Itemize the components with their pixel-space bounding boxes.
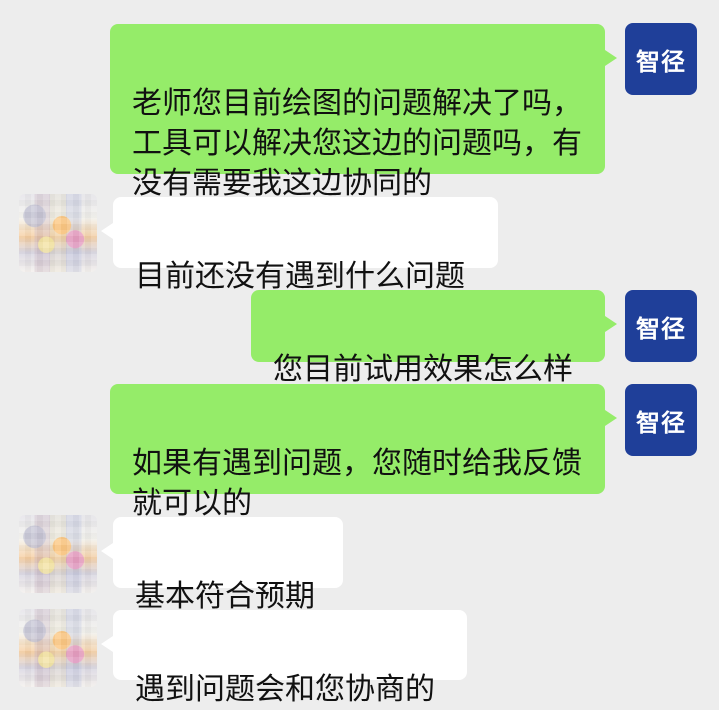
self-avatar[interactable]: 智径 [625, 23, 697, 95]
message-bubble-incoming-1[interactable]: 目前还没有遇到什么问题 [101, 197, 498, 294]
contact-avatar[interactable] [19, 609, 97, 687]
message-text: 老师您目前绘图的问题解决了吗， 工具可以解决您这边的问题吗，有 没有需要我这边协… [132, 86, 582, 201]
self-avatar-label: 智径 [636, 47, 686, 76]
message-bubble-incoming-2[interactable]: 基本符合预期 [101, 517, 343, 614]
message-text: 如果有遇到问题，您随时给我反馈 就可以的 [132, 446, 582, 521]
self-avatar-label: 智径 [636, 408, 686, 437]
message-bubble-outgoing-3[interactable]: 如果有遇到问题，您随时给我反馈 就可以的 [110, 384, 617, 521]
message-text: 您目前试用效果怎么样 [273, 352, 573, 387]
self-avatar[interactable]: 智径 [625, 290, 697, 362]
self-avatar-label: 智径 [636, 314, 686, 343]
message-text: 目前还没有遇到什么问题 [135, 259, 465, 294]
contact-avatar[interactable] [19, 194, 97, 272]
self-avatar[interactable]: 智径 [625, 384, 697, 456]
message-text: 基本符合预期 [135, 579, 315, 614]
message-bubble-outgoing-2[interactable]: 您目前试用效果怎么样 [251, 290, 617, 387]
message-bubble-outgoing-1[interactable]: 老师您目前绘图的问题解决了吗， 工具可以解决您这边的问题吗，有 没有需要我这边协… [110, 24, 617, 201]
message-bubble-incoming-3[interactable]: 遇到问题会和您协商的 [101, 610, 467, 707]
contact-avatar[interactable] [19, 515, 97, 593]
